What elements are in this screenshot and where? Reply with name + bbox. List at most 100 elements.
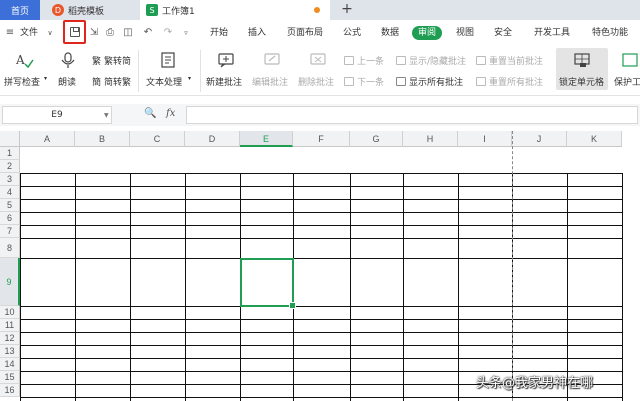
- zoom-search-icon[interactable]: 🔍: [144, 108, 156, 119]
- export-pdf-icon[interactable]: ⇲: [88, 27, 100, 39]
- row-border-line: [20, 212, 622, 213]
- edit-comment-icon: [264, 53, 280, 65]
- hamburger-menu-icon[interactable]: ≡: [4, 27, 16, 39]
- column-border-line: [75, 173, 76, 401]
- column-header-g[interactable]: G: [350, 131, 403, 147]
- show-hide-comment-button[interactable]: 显示/隐藏批注: [409, 54, 466, 67]
- reset-current-comment-button[interactable]: 重置当前批注: [489, 54, 543, 67]
- unsaved-dot-icon: [314, 7, 320, 13]
- redo-icon[interactable]: ↷: [162, 27, 174, 39]
- tab-template[interactable]: D 稻壳模板: [46, 0, 130, 20]
- column-header-e[interactable]: E: [240, 131, 293, 147]
- microphone-icon: [61, 52, 75, 68]
- column-header-k[interactable]: K: [567, 131, 622, 147]
- text-process-button[interactable]: 文本处理: [146, 75, 182, 88]
- row-border-line: [20, 397, 622, 398]
- name-box[interactable]: E9: [2, 106, 112, 124]
- protect-sheet-icon: [622, 53, 638, 67]
- menu-bar: ≡ 文件 ∨ ⇲ ⎙ ◫ ↶ ↷ ▿ 开始 插入 页面布局 公式 数据 审阅 视…: [0, 20, 640, 46]
- row-header-15[interactable]: 15: [0, 371, 20, 384]
- column-header-h[interactable]: H: [403, 131, 458, 147]
- trad-to-simp-button[interactable]: 繁转简: [104, 54, 131, 67]
- row-header-16[interactable]: 16: [0, 384, 20, 397]
- row-border-line: [20, 332, 622, 333]
- column-border-line: [20, 173, 21, 401]
- column-header-b[interactable]: B: [75, 131, 130, 147]
- print-preview-icon[interactable]: ◫: [122, 27, 134, 39]
- lock-cell-button[interactable]: 锁定单元格: [556, 48, 608, 90]
- menu-security[interactable]: 安全: [494, 26, 512, 40]
- column-header-c[interactable]: C: [130, 131, 185, 147]
- tab-workbook[interactable]: S 工作簿1: [140, 0, 330, 20]
- new-comment-button[interactable]: 新建批注: [206, 75, 242, 88]
- column-header-j[interactable]: J: [512, 131, 567, 147]
- menu-insert[interactable]: 插入: [248, 26, 266, 40]
- column-header-i[interactable]: I: [458, 131, 512, 147]
- next-comment-button[interactable]: 下一条: [357, 75, 384, 88]
- row-border-line: [20, 199, 622, 200]
- row-border-line: [20, 258, 622, 259]
- protect-sheet-button[interactable]: 保护工: [614, 75, 640, 88]
- show-hide-comment-icon: [396, 56, 406, 65]
- column-border-line: [458, 173, 459, 401]
- row-header-4[interactable]: 4: [0, 186, 20, 199]
- tab-home[interactable]: 首页: [0, 0, 40, 20]
- menu-data[interactable]: 数据: [381, 26, 399, 40]
- chevron-down-icon[interactable]: ▾: [44, 75, 47, 82]
- file-menu[interactable]: 文件: [20, 26, 38, 40]
- menu-page-layout[interactable]: 页面布局: [287, 26, 323, 40]
- delete-comment-button[interactable]: 删除批注: [298, 75, 334, 88]
- save-button[interactable]: [63, 20, 86, 44]
- column-border-line: [130, 173, 131, 401]
- selected-cell[interactable]: [240, 258, 296, 309]
- row-header-5[interactable]: 5: [0, 199, 20, 212]
- row-header-9[interactable]: 9: [0, 258, 20, 306]
- column-header-f[interactable]: F: [293, 131, 350, 147]
- column-header-a[interactable]: A: [20, 131, 75, 147]
- column-header-d[interactable]: D: [185, 131, 240, 147]
- row-header-10[interactable]: 10: [0, 306, 20, 319]
- menu-special-features[interactable]: 特色功能: [592, 26, 628, 40]
- spell-check-button[interactable]: 拼写检查: [4, 75, 40, 88]
- row-header-12[interactable]: 12: [0, 332, 20, 345]
- menu-view[interactable]: 视图: [456, 26, 474, 40]
- sheet-app-icon: S: [146, 4, 158, 16]
- row-header-1[interactable]: 1: [0, 147, 20, 160]
- menu-review[interactable]: 审阅: [412, 26, 443, 40]
- chevron-down-icon[interactable]: ▼: [104, 112, 109, 119]
- watermark-text: 头条@我家男神在哪: [476, 376, 594, 391]
- formula-input[interactable]: [186, 106, 638, 124]
- menu-start[interactable]: 开始: [210, 26, 228, 40]
- row-border-line: [20, 238, 622, 239]
- chevron-down-icon[interactable]: ∨: [44, 27, 56, 39]
- undo-icon[interactable]: ↶: [142, 27, 154, 39]
- row-header-2[interactable]: 2: [0, 160, 20, 173]
- menu-developer-tools[interactable]: 开发工具: [534, 26, 570, 40]
- new-tab-button[interactable]: +: [338, 0, 356, 20]
- show-all-comments-button[interactable]: 显示所有批注: [409, 75, 463, 88]
- row-header-7[interactable]: 7: [0, 225, 20, 238]
- print-icon[interactable]: ⎙: [104, 27, 116, 39]
- ribbon-divider: [200, 50, 201, 92]
- lock-cell-label: 锁定单元格: [559, 78, 605, 88]
- select-all-corner[interactable]: [0, 131, 20, 147]
- read-aloud-button[interactable]: 朗读: [58, 75, 76, 88]
- row-header-14[interactable]: 14: [0, 358, 20, 371]
- wps-spreadsheet-window: 首页 D 稻壳模板 S 工作簿1 + ≡ 文件 ∨ ⇲ ⎙ ◫ ↶ ↷ ▿ 开始…: [0, 0, 640, 401]
- menu-formula[interactable]: 公式: [343, 26, 361, 40]
- row-header-6[interactable]: 6: [0, 212, 20, 225]
- edit-comment-button[interactable]: 编辑批注: [252, 75, 288, 88]
- chevron-down-icon[interactable]: ▾: [188, 75, 191, 82]
- function-fx-icon[interactable]: fx: [166, 108, 175, 119]
- row-header-11[interactable]: 11: [0, 319, 20, 332]
- text-process-icon: [161, 52, 175, 68]
- prev-comment-button[interactable]: 上一条: [357, 54, 384, 67]
- reset-all-comments-button[interactable]: 重置所有批注: [489, 75, 543, 88]
- row-header-13[interactable]: 13: [0, 345, 20, 358]
- row-header-3[interactable]: 3: [0, 173, 20, 186]
- formula-bar: E9 ▼ 🔍 fx: [0, 104, 640, 126]
- simp-to-trad-button[interactable]: 简转繁: [104, 75, 131, 88]
- customize-quick-access-icon[interactable]: ▿: [180, 27, 192, 39]
- delete-comment-icon: [310, 53, 326, 65]
- row-header-8[interactable]: 8: [0, 238, 20, 258]
